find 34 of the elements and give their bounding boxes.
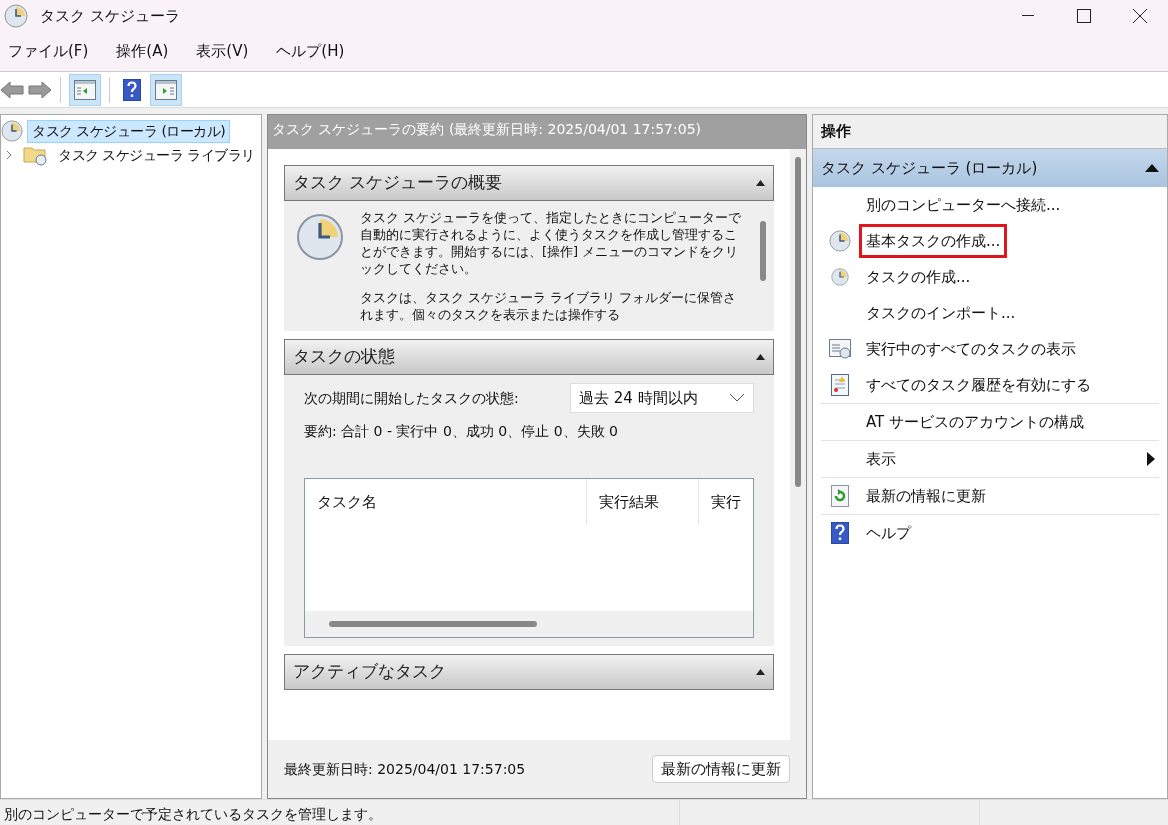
column-header[interactable]: タスク名: [305, 479, 586, 525]
action-item[interactable]: AT サービスのアカウントの構成: [859, 404, 1092, 440]
window-title: タスク スケジューラ: [40, 5, 180, 27]
summary-text: 要約: 合計 0 - 実行中 0、成功 0、停止 0、失敗 0: [304, 422, 619, 441]
period-label: 次の期間に開始したタスクの状態:: [304, 388, 519, 408]
action-item[interactable]: 表示: [859, 441, 903, 477]
action-item[interactable]: すべてのタスク履歴を有効にする: [859, 367, 1098, 403]
last-updated-text: 最終更新日時: 2025/04/01 17:57:05: [284, 759, 526, 779]
column-header[interactable]: 実行結果: [586, 479, 698, 525]
action-item[interactable]: 最新の情報に更新: [859, 478, 993, 514]
overview-paragraph: タスク スケジューラを使って、指定したときにコンピューターで自動的に実行されるように、よく使うタスクを作成し管理することができます。開始するには、[操作] メニューのコマンドをクリックしてください。: [360, 209, 743, 277]
refresh-button[interactable]: 最新の情報に更新: [652, 755, 790, 783]
action-item[interactable]: タスクのインポート...: [859, 295, 1023, 331]
actions-title: 操作: [813, 115, 1167, 149]
action-item[interactable]: 基本タスクの作成...: [859, 223, 1008, 259]
section-header[interactable]: アクティブなタスク: [284, 654, 774, 690]
column-header[interactable]: 実行: [698, 479, 753, 525]
tree-item[interactable]: タスク スケジューラ (ローカル): [27, 119, 231, 143]
actions-group-header[interactable]: タスク スケジューラ (ローカル): [813, 149, 1167, 187]
tree-item[interactable]: タスク スケジューラ ライブラリ: [53, 143, 260, 167]
action-item[interactable]: 別のコンピューターへ接続...: [859, 187, 1068, 223]
action-item[interactable]: タスクの作成...: [859, 259, 978, 295]
summary-header: タスク スケジューラの要約 (最終更新日時: 2025/04/01 17:57:05): [268, 115, 806, 149]
menu-item[interactable]: 表示(V): [192, 40, 253, 63]
menu-item[interactable]: ヘルプ(H): [272, 40, 349, 63]
overview-paragraph: タスクは、タスク スケジューラ ライブラリ フォルダーに保管されます。個々のタスクを表示または操作する: [360, 289, 738, 323]
menu-item[interactable]: ファイル(F): [4, 40, 93, 63]
menu-item[interactable]: 操作(A): [112, 40, 173, 63]
period-dropdown[interactable]: 過去 24 時間以内: [570, 383, 754, 413]
section-header[interactable]: タスクの状態: [284, 339, 774, 375]
action-item[interactable]: 実行中のすべてのタスクの表示: [859, 331, 1083, 367]
section-header[interactable]: タスク スケジューラの概要: [284, 165, 774, 201]
status-text: 別のコンピューターで予定されているタスクを管理します。: [0, 800, 680, 825]
action-item[interactable]: ヘルプ: [859, 515, 918, 551]
